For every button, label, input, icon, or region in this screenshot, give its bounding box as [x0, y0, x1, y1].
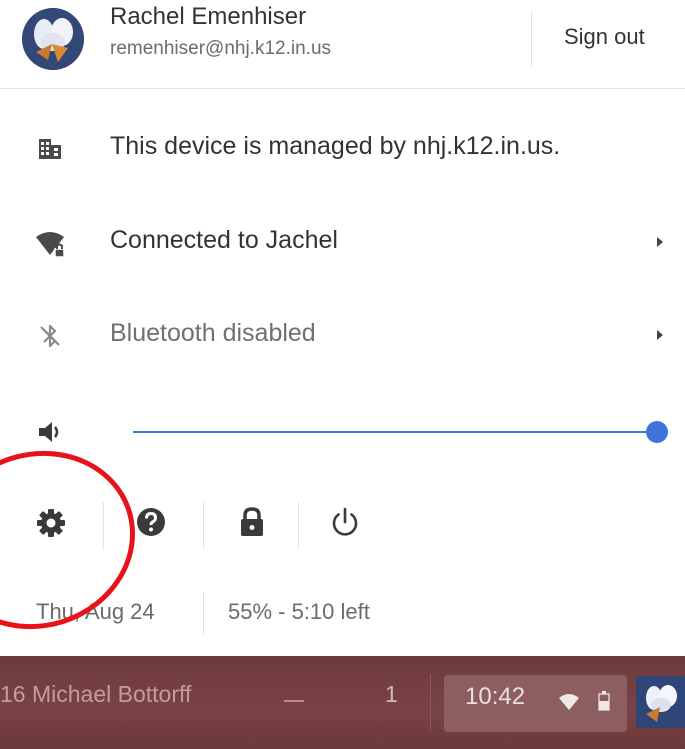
sign-out-button[interactable]: Sign out	[556, 20, 653, 54]
managed-device-row: This device is managed by nhj.k12.in.us.	[0, 118, 685, 178]
shelf-app-title[interactable]: 16 Michael Bottorff	[0, 681, 191, 708]
user-header: Rachel Emenhiser remenhiser@nhj.k12.in.u…	[0, 0, 685, 89]
tray-time: 10:42	[465, 683, 526, 710]
volume-icon[interactable]	[36, 417, 64, 445]
lock-icon[interactable]	[236, 505, 276, 545]
header-divider	[531, 10, 532, 68]
bluetooth-row[interactable]: Bluetooth disabled	[0, 305, 685, 365]
managed-device-label: This device is managed by nhj.k12.in.us.	[110, 132, 561, 160]
shelf-divider	[430, 674, 431, 730]
user-name: Rachel Emenhiser	[110, 3, 307, 30]
chevron-right-icon	[654, 327, 666, 343]
volume-slider-track[interactable]	[133, 431, 657, 433]
settings-icon[interactable]	[34, 506, 74, 546]
tray-user-avatar[interactable]	[636, 676, 685, 728]
window-count: 1	[385, 681, 398, 707]
wifi-icon	[558, 693, 580, 716]
chevron-right-icon	[654, 234, 666, 250]
volume-slider-thumb[interactable]	[646, 421, 668, 443]
battery-icon	[598, 691, 610, 716]
wifi-lock-icon	[34, 229, 68, 258]
bluetooth-label: Bluetooth disabled	[110, 319, 316, 347]
network-row[interactable]: Connected to Jachel	[0, 212, 685, 272]
building-icon	[36, 135, 64, 163]
user-avatar	[22, 8, 84, 70]
power-icon[interactable]	[328, 505, 368, 545]
action-divider	[103, 502, 104, 550]
bluetooth-disabled-icon	[36, 322, 64, 350]
user-email: remenhiser@nhj.k12.in.us	[110, 38, 332, 59]
system-tray-menu: Rachel Emenhiser remenhiser@nhj.k12.in.u…	[0, 0, 685, 749]
minimize-icon[interactable]	[284, 700, 304, 702]
status-divider	[203, 592, 204, 636]
action-divider	[203, 502, 204, 550]
battery-status: 55% - 5:10 left	[228, 599, 370, 624]
help-icon[interactable]	[134, 505, 174, 545]
network-label: Connected to Jachel	[110, 226, 338, 254]
action-divider	[298, 502, 299, 550]
shelf: 16 Michael Bottorff 1 10:42	[0, 656, 685, 749]
date-label: Thu, Aug 24	[36, 599, 155, 624]
